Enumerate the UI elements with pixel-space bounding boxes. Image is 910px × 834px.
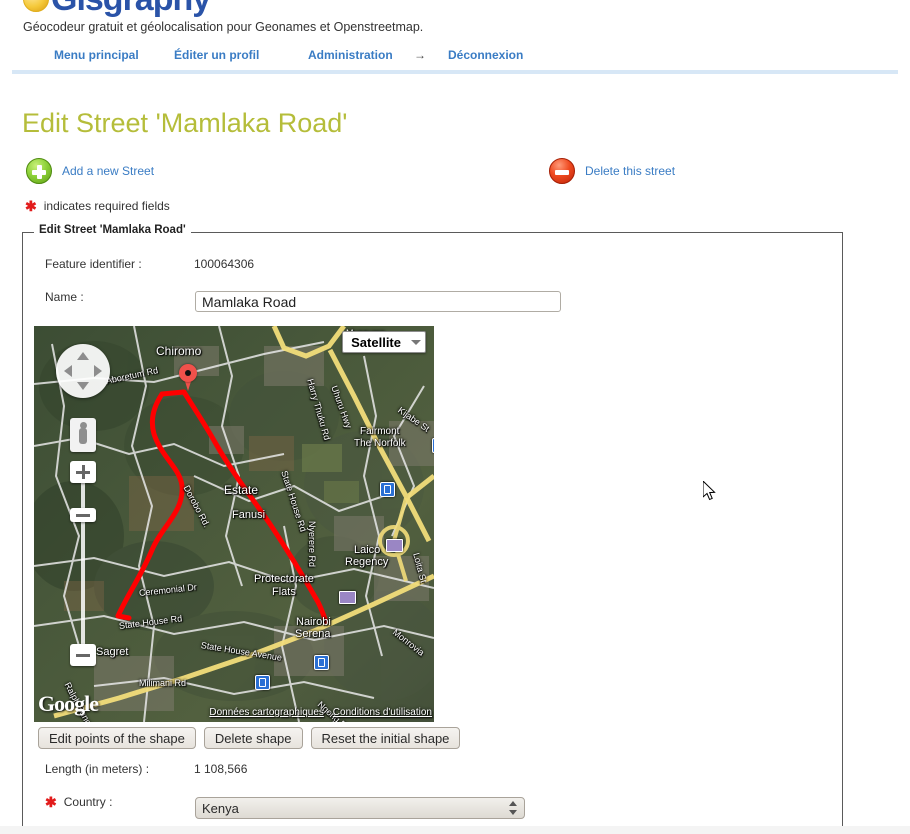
transit-icon	[380, 482, 395, 497]
delete-street-action[interactable]: Delete this street	[549, 158, 675, 184]
nav-item-deconnexion[interactable]: Déconnexion	[448, 48, 523, 62]
arrow-right-icon: →	[414, 48, 426, 62]
map-attribution: Données cartographiques - Conditions d'u…	[209, 707, 432, 718]
map-widget[interactable]: Chiromo Aboretum Rd Estate Fanusi Dorobo Rd.…	[34, 326, 434, 722]
terms-of-use-link[interactable]: Conditions d'utilisation	[333, 707, 432, 718]
pan-up-icon[interactable]	[77, 352, 89, 360]
required-fields-note: ✱ indicates required fields	[25, 199, 170, 213]
country-select[interactable]: Kenya	[195, 797, 525, 819]
country-label: Country :	[63, 795, 113, 809]
hotel-icon	[386, 539, 403, 552]
country-selected-value: Kenya	[202, 800, 239, 816]
length-value: 1 108,566	[194, 762, 248, 776]
country-label-wrap: ✱ Country :	[45, 795, 112, 809]
street-view-pegman[interactable]	[70, 418, 96, 452]
page-bottom-strip	[0, 826, 910, 834]
handle-line-icon	[76, 513, 90, 517]
minus-icon	[76, 653, 90, 657]
page-header: Gisgraphy Géocodeur gratuit et géolocali…	[0, 0, 910, 78]
google-watermark: Google	[38, 691, 99, 716]
transit-icon	[432, 438, 434, 453]
transit-icon	[255, 675, 270, 690]
transit-icon	[314, 655, 329, 670]
edit-points-button[interactable]: Edit points of the shape	[38, 727, 196, 749]
chevron-down-icon	[411, 339, 421, 345]
pan-right-icon[interactable]	[94, 365, 102, 377]
site-logo[interactable]: Gisgraphy	[23, 0, 211, 16]
name-label: Name :	[45, 290, 84, 304]
length-label: Length (in meters) :	[45, 762, 150, 776]
shape-buttons-group: Edit points of the shape Delete shape Re…	[38, 727, 461, 749]
logo-text: Gisgraphy	[51, 0, 211, 16]
nav-underline	[12, 70, 898, 74]
globe-icon	[23, 0, 49, 12]
add-street-link[interactable]: Add a new Street	[62, 164, 154, 178]
zoom-out-button[interactable]	[70, 644, 96, 666]
add-street-action[interactable]: Add a new Street	[26, 158, 154, 184]
nav-item-editer-un-profil[interactable]: Éditer un profil	[174, 48, 259, 62]
map-pan-control[interactable]	[56, 344, 110, 398]
map-data-link[interactable]: Données cartographiques	[209, 707, 324, 718]
feature-identifier-value: 100064306	[194, 257, 255, 271]
nav-item-menu-principal[interactable]: Menu principal	[54, 48, 139, 62]
map-type-selector[interactable]: Satellite	[342, 331, 426, 353]
required-fields-text: indicates required fields	[43, 199, 170, 213]
fieldset-legend: Edit Street 'Mamlaka Road'	[34, 224, 191, 236]
pegman-body	[79, 428, 87, 444]
pan-down-icon[interactable]	[77, 382, 89, 390]
required-star-icon: ✱	[25, 198, 37, 214]
nav-item-administration[interactable]: Administration	[308, 48, 393, 62]
delete-shape-button[interactable]: Delete shape	[203, 727, 303, 749]
hotel-icon	[339, 591, 356, 604]
delete-street-link[interactable]: Delete this street	[585, 164, 675, 178]
plus-icon-v	[81, 465, 85, 479]
pan-left-icon[interactable]	[64, 365, 72, 377]
marker-dot	[185, 370, 191, 376]
page-title: Edit Street 'Mamlaka Road'	[22, 108, 348, 138]
map-type-label: Satellite	[351, 334, 401, 350]
required-star-icon: ✱	[45, 794, 57, 810]
plus-circle-icon[interactable]	[26, 158, 52, 184]
map-marker[interactable]	[179, 364, 197, 392]
name-input[interactable]	[195, 291, 561, 312]
reset-shape-button[interactable]: Reset the initial shape	[310, 727, 461, 749]
main-navigation: Menu principal Éditer un profil Administ…	[0, 48, 910, 66]
zoom-slider-handle[interactable]	[70, 508, 96, 522]
spinner-arrows-icon[interactable]	[509, 801, 518, 815]
zoom-in-button[interactable]	[70, 461, 96, 483]
attribution-separator: -	[326, 707, 331, 718]
minus-circle-icon[interactable]	[549, 158, 575, 184]
zoom-slider-track[interactable]	[81, 476, 85, 656]
site-tagline: Géocodeur gratuit et géolocalisation pou…	[23, 20, 424, 34]
feature-identifier-label: Feature identifier :	[45, 257, 142, 271]
